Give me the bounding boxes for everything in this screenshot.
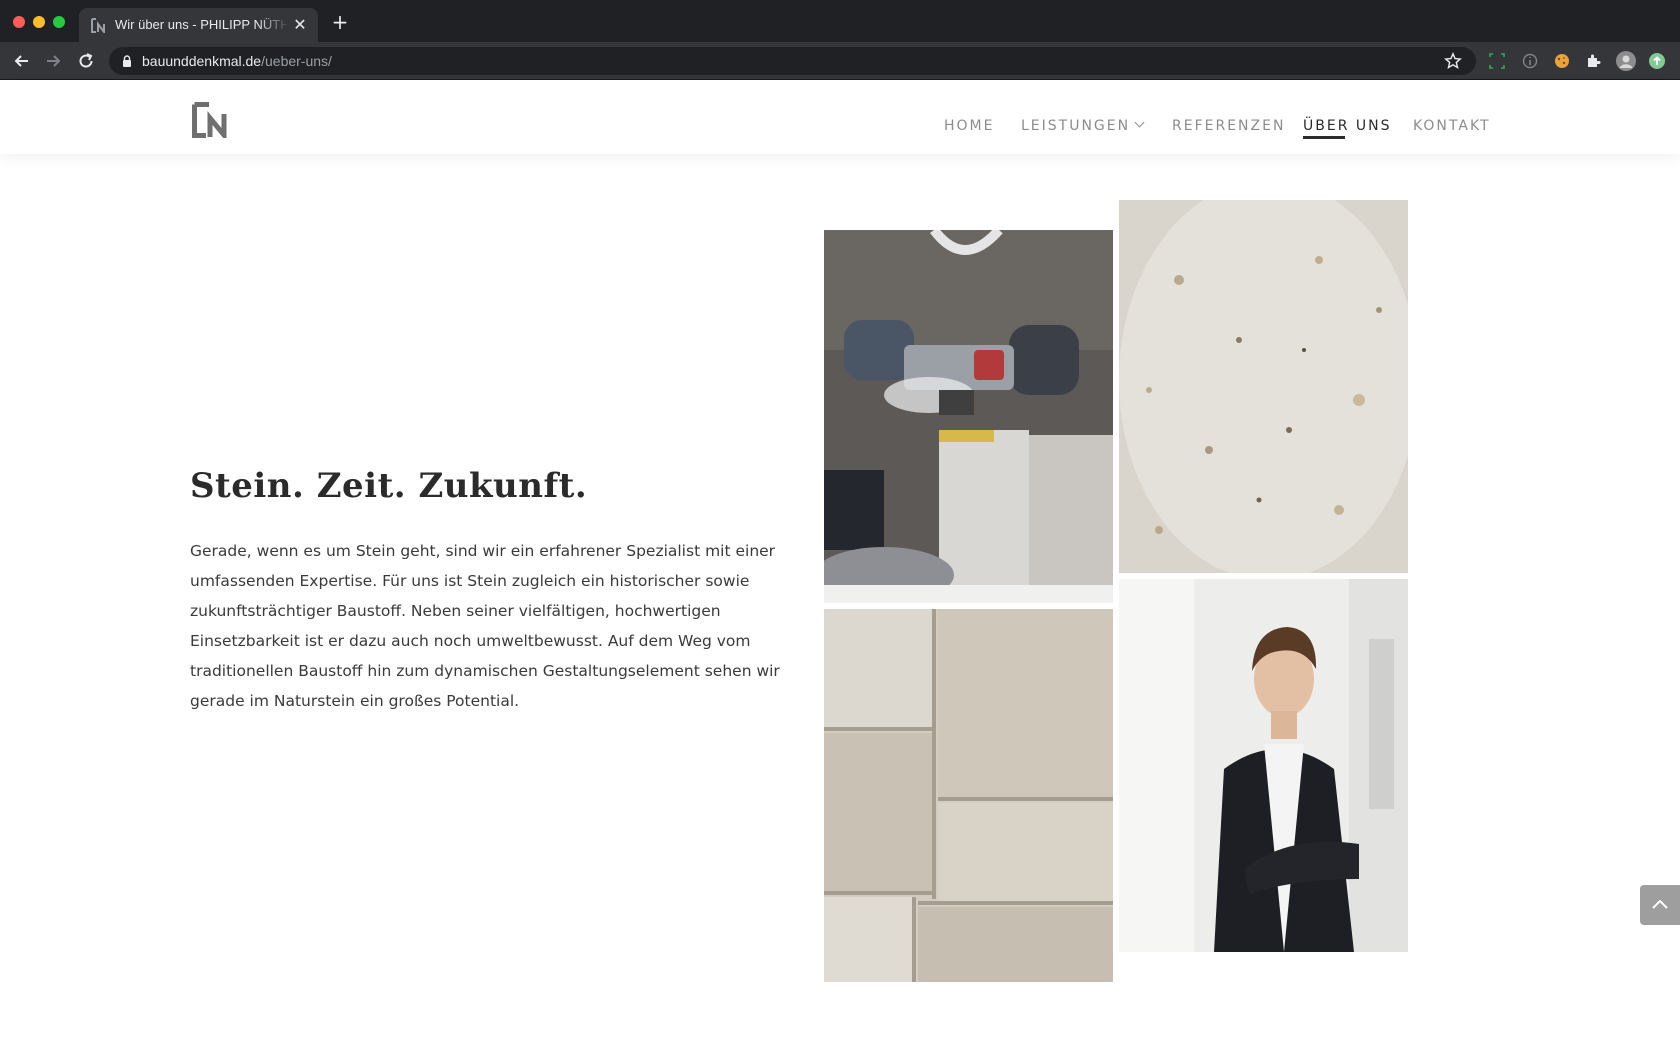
active-nav-indicator xyxy=(1303,136,1345,139)
nav-kontakt[interactable]: KONTAKT xyxy=(1413,118,1491,134)
url-text: bauunddenkmal.de/ueber-uns/ xyxy=(142,53,332,69)
nav-home[interactable]: HOME xyxy=(944,118,994,134)
cookie-icon[interactable] xyxy=(1553,52,1571,70)
avatar-icon[interactable] xyxy=(1616,51,1636,71)
photo-portrait xyxy=(1119,579,1408,952)
star-icon[interactable] xyxy=(1444,52,1462,70)
address-bar[interactable]: bauunddenkmal.de/ueber-uns/ xyxy=(109,47,1476,75)
chevron-up-icon xyxy=(1652,899,1668,909)
extension-icon[interactable] xyxy=(1488,52,1506,70)
forward-icon[interactable] xyxy=(43,51,63,71)
tab-close-icon[interactable]: ✕ xyxy=(291,16,309,34)
url-path: /ueber-uns/ xyxy=(261,53,332,69)
browser-tab-active[interactable]: Wir über uns - PHILIPP NÜTHE ✕ xyxy=(79,8,318,42)
photo-stone-grinding xyxy=(824,230,1113,603)
minimize-window-button[interactable] xyxy=(33,16,45,28)
browser-tab-bar: Wir über uns - PHILIPP NÜTHE ✕ + xyxy=(0,0,1680,42)
photo-stone-texture xyxy=(1119,200,1408,573)
lock-icon xyxy=(123,55,131,67)
puzzle-icon[interactable] xyxy=(1585,52,1603,70)
close-window-button[interactable] xyxy=(13,16,25,28)
site-favicon-icon xyxy=(91,18,105,33)
nav-leistungen[interactable]: LEISTUNGEN xyxy=(1021,117,1145,134)
site-header: HOME LEISTUNGEN REFERENZEN ÜBER UNS KONT… xyxy=(0,80,1680,154)
scroll-to-top-button[interactable] xyxy=(1640,885,1680,925)
photo-stone-wall xyxy=(824,609,1113,982)
nav-referenzen[interactable]: REFERENZEN xyxy=(1172,118,1285,134)
nav-leistungen-label: LEISTUNGEN xyxy=(1021,118,1131,134)
maximize-window-button[interactable] xyxy=(53,16,65,28)
chevron-down-icon xyxy=(1134,117,1145,128)
reload-icon[interactable] xyxy=(76,51,96,71)
company-logo-icon[interactable] xyxy=(192,102,229,138)
new-tab-button[interactable]: + xyxy=(330,12,350,32)
page-heading: Stein. Zeit. Zukunft. xyxy=(190,466,588,506)
info-icon[interactable] xyxy=(1521,52,1539,70)
browser-toolbar: bauunddenkmal.de/ueber-uns/ xyxy=(0,42,1680,80)
intro-paragraph: Gerade, wenn es um Stein geht, sind wir … xyxy=(190,542,780,710)
update-icon[interactable] xyxy=(1648,52,1666,70)
nav-ueber-uns[interactable]: ÜBER UNS xyxy=(1303,118,1391,134)
url-domain: bauunddenkmal.de xyxy=(142,53,262,69)
back-icon[interactable] xyxy=(12,51,32,71)
